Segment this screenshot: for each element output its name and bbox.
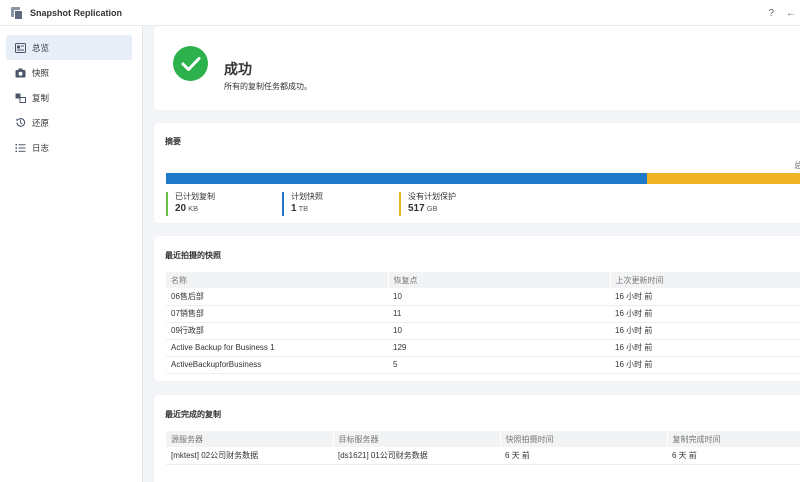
- table-row[interactable]: ActiveBackupforBusiness 5 16 小时 前: [166, 356, 800, 374]
- sidebar-item-label: 还原: [32, 117, 50, 128]
- legend-label: 计划快照: [291, 192, 323, 201]
- last-updated: 16 小时 前: [610, 322, 800, 340]
- summary-card: 摘要 总 已计划复制 20 KB 计划快照 1 TB 没有计划保护 517 GB: [154, 123, 800, 223]
- sidebar-item-label: 复制: [32, 92, 50, 103]
- status-title: 成功: [224, 61, 252, 77]
- table-row[interactable]: 07销售部 11 16 小时 前: [166, 305, 800, 323]
- legend-label: 已计划复制: [175, 192, 215, 201]
- replication-complete-time: 6 天 前: [667, 447, 800, 465]
- legend-unit: TB: [298, 204, 309, 213]
- sidebar-item-label: 总览: [32, 42, 50, 53]
- snapshot-time: 6 天 前: [500, 447, 667, 465]
- column-header[interactable]: 目标服务器: [333, 431, 501, 447]
- legend-value: 20: [175, 203, 187, 214]
- restore-icon: [15, 117, 26, 128]
- help-button[interactable]: ?: [768, 8, 774, 19]
- column-header[interactable]: 源服务器: [166, 431, 334, 447]
- table-row[interactable]: Active Backup for Business 1 129 16 小时 前: [166, 339, 800, 357]
- source-server: [mktest] 02公司财务数据: [166, 447, 333, 465]
- total-label: 总: [794, 161, 800, 170]
- sidebar-item-snapshots[interactable]: 快照: [6, 60, 132, 85]
- snapshot-name: Active Backup for Business 1: [166, 339, 388, 357]
- snapshots-table: 名称 恢复点 上次更新时间 06售后部 10 16 小时 前 07销售部 11 …: [166, 272, 800, 374]
- column-header[interactable]: 名称: [166, 272, 389, 288]
- recent-replications-title: 最近完成的复制: [165, 410, 221, 419]
- column-header[interactable]: 恢复点: [388, 272, 611, 288]
- column-header[interactable]: 上次更新时间: [610, 272, 800, 288]
- camera-icon: [15, 67, 26, 78]
- sidebar-item-replication[interactable]: 复制: [6, 85, 132, 110]
- recent-snapshots-title: 最近拍摄的快照: [165, 251, 221, 260]
- log-list-icon: [15, 142, 26, 153]
- sidebar-item-overview[interactable]: 总览: [6, 35, 132, 60]
- back-button[interactable]: ←: [786, 8, 796, 19]
- table-row[interactable]: 06售后部 10 16 小时 前: [166, 288, 800, 306]
- last-updated: 16 小时 前: [610, 288, 800, 306]
- legend-unit: GB: [426, 204, 438, 213]
- snapshot-name: 06售后部: [166, 288, 388, 306]
- storage-bar: [166, 173, 800, 184]
- column-header[interactable]: 快照拍摄时间: [500, 431, 668, 447]
- recent-snapshots-card: 最近拍摄的快照 名称 恢复点 上次更新时间 06售后部 10 16 小时 前 0…: [154, 236, 800, 381]
- sidebar-item-restore[interactable]: 还原: [6, 110, 132, 135]
- legend-label: 没有计划保护: [408, 192, 456, 201]
- restore-points: 10: [388, 288, 610, 306]
- legend-scheduled-replication: 已计划复制 20 KB: [166, 192, 215, 216]
- status-subtitle: 所有的复制任务都成功。: [224, 82, 312, 91]
- app-icon: [10, 6, 24, 20]
- last-updated: 16 小时 前: [610, 339, 800, 357]
- column-header[interactable]: 复制完成时间: [667, 431, 800, 447]
- summary-title: 摘要: [165, 137, 181, 146]
- success-check-icon: [173, 46, 208, 81]
- last-updated: 16 小时 前: [610, 356, 800, 374]
- title-bar: Snapshot Replication ? ←: [0, 0, 800, 26]
- unprotected-segment: [647, 173, 800, 184]
- sidebar-item-label: 日志: [32, 142, 50, 153]
- status-card: 成功 所有的复制任务都成功。: [154, 26, 800, 110]
- legend-value: 1: [291, 203, 297, 214]
- sidebar-item-log[interactable]: 日志: [6, 135, 132, 160]
- legend-scheduled-snapshot: 计划快照 1 TB: [282, 192, 323, 216]
- snapshot-name: 09行政部: [166, 322, 388, 340]
- last-updated: 16 小时 前: [610, 305, 800, 323]
- app-title: Snapshot Replication: [30, 7, 123, 18]
- snapshot-name: 07销售部: [166, 305, 388, 323]
- sidebar: 总览 快照 复制 还原 日志: [0, 26, 143, 482]
- overview-icon: [15, 42, 26, 53]
- table-row[interactable]: [mktest] 02公司财务数据 [ds1621] 01公司财务数据 6 天 …: [166, 447, 800, 465]
- replication-icon: [15, 92, 26, 103]
- sidebar-item-label: 快照: [32, 67, 50, 78]
- restore-points: 10: [388, 322, 610, 340]
- recent-replications-card: 最近完成的复制 源服务器 目标服务器 快照拍摄时间 复制完成时间 [mktest…: [154, 395, 800, 482]
- restore-points: 129: [388, 339, 610, 357]
- legend-value: 517: [408, 203, 425, 214]
- legend-unit: KB: [188, 204, 199, 213]
- protected-segment: [166, 173, 648, 184]
- legend-unprotected: 没有计划保护 517 GB: [399, 192, 456, 216]
- snapshot-name: ActiveBackupforBusiness: [166, 356, 388, 374]
- replications-table: 源服务器 目标服务器 快照拍摄时间 复制完成时间 [mktest] 02公司财务…: [166, 431, 800, 465]
- restore-points: 11: [388, 305, 610, 323]
- table-row[interactable]: 09行政部 10 16 小时 前: [166, 322, 800, 340]
- restore-points: 5: [388, 356, 610, 374]
- main-content: 成功 所有的复制任务都成功。 摘要 总 已计划复制 20 KB 计划快照 1 TB …: [143, 26, 800, 482]
- target-server: [ds1621] 01公司财务数据: [333, 447, 500, 465]
